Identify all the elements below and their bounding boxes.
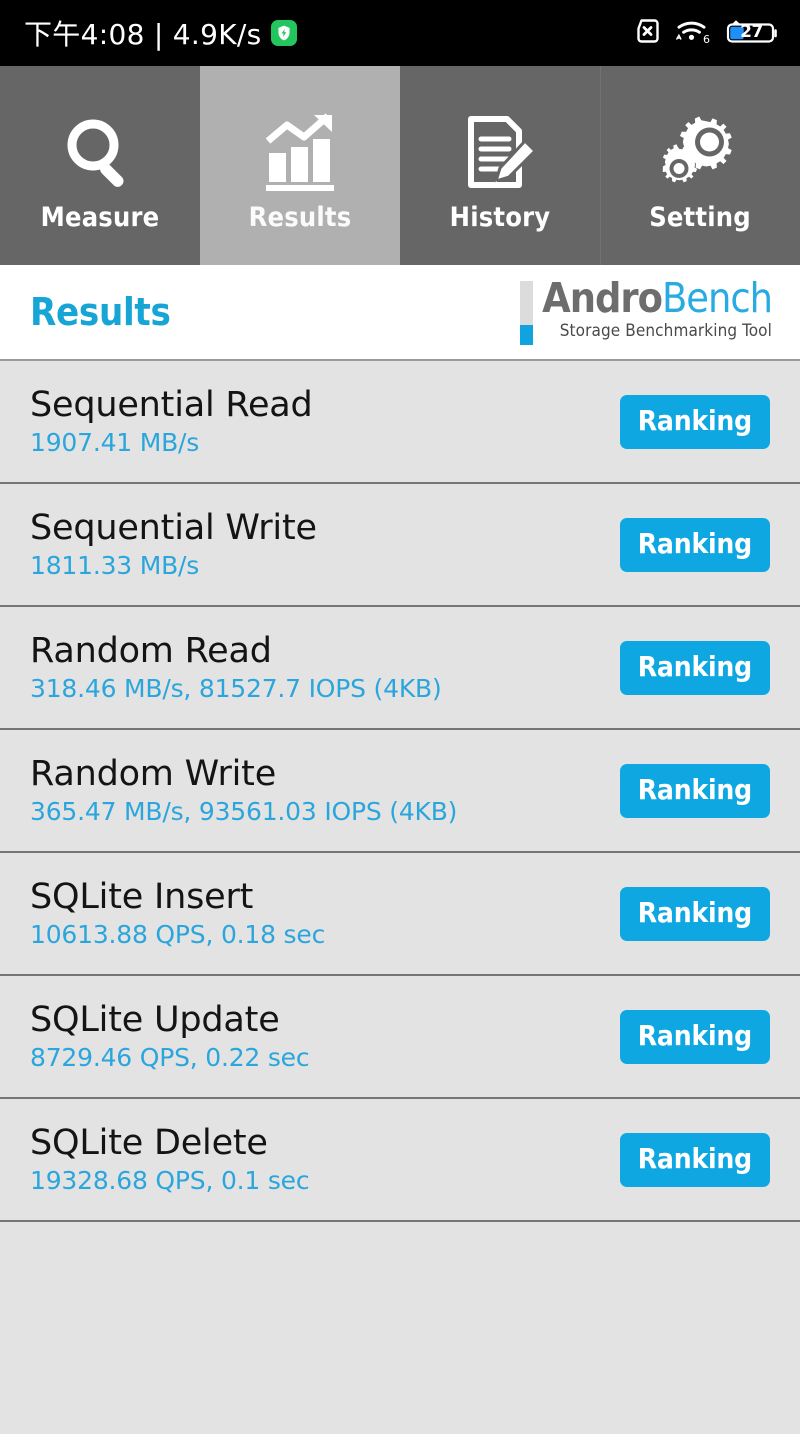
status-bar-left: 下午4:08 | 4.9K/s — [24, 13, 297, 53]
result-value: 8729.46 QPS, 0.22 sec — [30, 1043, 310, 1072]
ranking-button[interactable]: Ranking — [619, 517, 770, 572]
result-title: Sequential Read — [30, 385, 313, 425]
tab-measure-label: Measure — [40, 202, 160, 233]
tab-results-label: Results — [248, 202, 352, 233]
result-value: 1811.33 MB/s — [30, 551, 200, 580]
page-header: Results AndroBench Storage Benchmarking … — [0, 265, 800, 361]
androbench-logo: AndroBench Storage Benchmarking Tool — [520, 278, 773, 345]
result-value: 365.47 MB/s, 93561.03 IOPS (4KB) — [30, 797, 458, 826]
result-title: Sequential Write — [30, 508, 317, 548]
table-row[interactable]: Random Read 318.46 MB/s, 81527.7 IOPS (4… — [0, 607, 800, 730]
magnifier-icon — [57, 108, 143, 200]
table-row[interactable]: Sequential Write 1811.33 MB/s Ranking — [0, 484, 800, 607]
results-list: Sequential Read 1907.41 MB/s Ranking Seq… — [0, 361, 800, 1434]
status-bar-right: 6 27 — [632, 17, 782, 49]
table-row[interactable]: Sequential Read 1907.41 MB/s Ranking — [0, 361, 800, 484]
status-clock: 下午4:08 | 4.9K/s — [24, 18, 262, 51]
row-texts: Random Write 365.47 MB/s, 93561.03 IOPS … — [30, 754, 458, 826]
logo-bench: Bench — [661, 274, 773, 322]
tab-setting[interactable]: Setting — [600, 66, 800, 265]
ranking-button[interactable]: Ranking — [619, 763, 770, 818]
result-value: 19328.68 QPS, 0.1 sec — [30, 1166, 310, 1195]
result-value: 318.46 MB/s, 81527.7 IOPS (4KB) — [30, 674, 442, 703]
table-row[interactable]: SQLite Insert 10613.88 QPS, 0.18 sec Ran… — [0, 853, 800, 976]
logo-wordmark: AndroBench — [542, 278, 773, 319]
document-pencil-icon — [457, 108, 543, 200]
tab-bar: Measure Results History Setting — [0, 66, 800, 265]
logo-bar-icon — [520, 281, 534, 345]
result-title: Random Read — [30, 631, 272, 671]
row-texts: Random Read 318.46 MB/s, 81527.7 IOPS (4… — [30, 631, 442, 703]
ranking-button[interactable]: Ranking — [619, 640, 770, 695]
battery-icon: 27 — [724, 19, 782, 47]
result-title: SQLite Update — [30, 1000, 280, 1040]
ranking-button[interactable]: Ranking — [619, 394, 770, 449]
tab-history[interactable]: History — [400, 66, 600, 265]
gears-icon — [655, 108, 745, 200]
row-texts: SQLite Insert 10613.88 QPS, 0.18 sec — [30, 877, 326, 949]
bar-chart-up-icon — [256, 108, 344, 200]
row-texts: Sequential Read 1907.41 MB/s — [30, 385, 313, 457]
result-value: 1907.41 MB/s — [30, 428, 200, 457]
row-texts: SQLite Delete 19328.68 QPS, 0.1 sec — [30, 1123, 310, 1195]
wifi-icon: 6 — [675, 17, 711, 49]
logo-text: AndroBench Storage Benchmarking Tool — [542, 278, 773, 341]
battery-level-label: 27 — [740, 22, 763, 42]
status-bar: 下午4:08 | 4.9K/s 6 27 — [0, 0, 800, 66]
row-texts: Sequential Write 1811.33 MB/s — [30, 508, 317, 580]
ranking-button[interactable]: Ranking — [619, 1132, 770, 1187]
row-texts: SQLite Update 8729.46 QPS, 0.22 sec — [30, 1000, 310, 1072]
page-title: Results — [30, 290, 171, 334]
sim-card-off-icon — [632, 17, 662, 49]
phone-screen: 下午4:08 | 4.9K/s 6 27 Measure Results His… — [0, 0, 800, 1434]
result-value: 10613.88 QPS, 0.18 sec — [30, 920, 326, 949]
logo-subtitle: Storage Benchmarking Tool — [559, 320, 772, 341]
tab-measure[interactable]: Measure — [0, 66, 200, 265]
logo-andro: Andro — [542, 274, 663, 322]
wifi-generation-label: 6 — [703, 33, 710, 45]
result-title: SQLite Delete — [30, 1123, 268, 1163]
tab-history-label: History — [449, 202, 551, 233]
result-title: Random Write — [30, 754, 277, 794]
ranking-button[interactable]: Ranking — [619, 886, 770, 941]
tab-results[interactable]: Results — [200, 66, 400, 265]
table-row[interactable]: SQLite Update 8729.46 QPS, 0.22 sec Rank… — [0, 976, 800, 1099]
ranking-button[interactable]: Ranking — [619, 1009, 770, 1064]
shield-green-icon — [270, 20, 297, 46]
table-row[interactable]: SQLite Delete 19328.68 QPS, 0.1 sec Rank… — [0, 1099, 800, 1222]
tab-setting-label: Setting — [649, 202, 751, 233]
result-title: SQLite Insert — [30, 877, 254, 917]
table-row[interactable]: Random Write 365.47 MB/s, 93561.03 IOPS … — [0, 730, 800, 853]
